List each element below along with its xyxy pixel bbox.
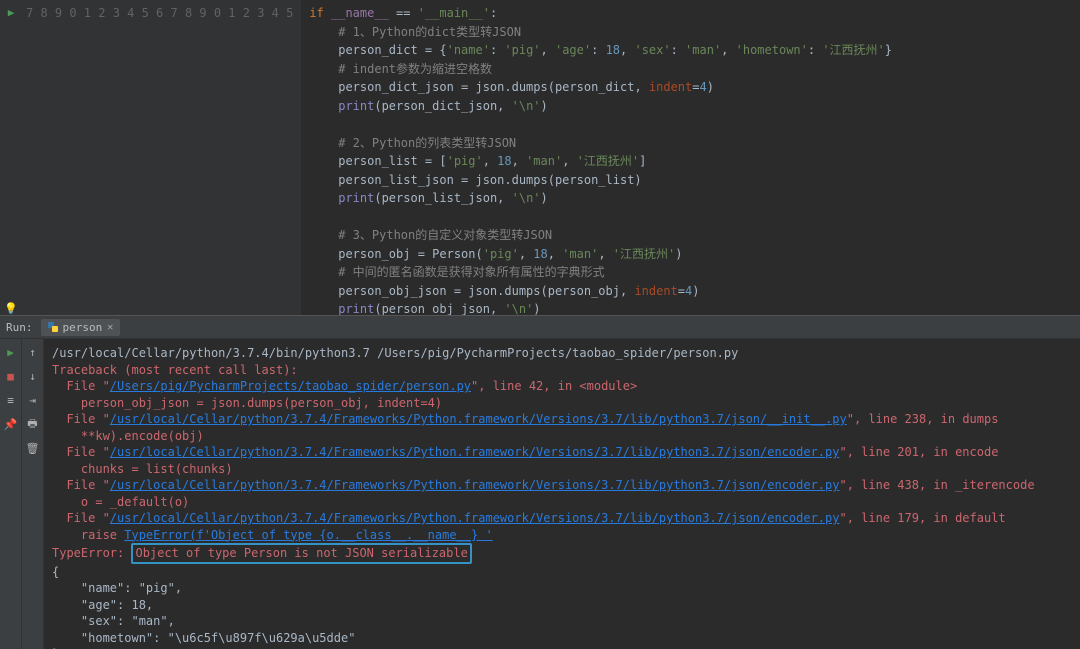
rerun-icon[interactable]: ▶ — [4, 345, 18, 359]
intention-bulb-icon[interactable]: 💡 — [0, 300, 22, 315]
run-toolbar-primary: ▶ ■ ≡ 📌 — [0, 339, 22, 649]
code-line[interactable]: # 3、Python的自定义对象类型转JSON — [309, 226, 1080, 245]
console-line: File "/usr/local/Cellar/python/3.7.4/Fra… — [52, 477, 1072, 494]
code-line[interactable]: # indent参数为缩进空格数 — [309, 60, 1080, 79]
stack-trace-link[interactable]: /usr/local/Cellar/python/3.7.4/Framework… — [110, 412, 847, 426]
console-line: "age": 18, — [52, 597, 1072, 614]
run-panel-label: Run: — [6, 321, 33, 334]
down-icon[interactable]: ↓ — [26, 369, 40, 383]
code-line[interactable]: person_obj = Person('pig', 18, 'man', '江… — [309, 245, 1080, 264]
run-panel-body: ▶ ■ ≡ 📌 ↑ ↓ ⇥ 🖶 🗑 /usr/local/Cellar/pyth… — [0, 339, 1080, 649]
pin-icon[interactable]: 📌 — [4, 417, 18, 431]
code-line[interactable]: person_list_json = json.dumps(person_lis… — [309, 171, 1080, 190]
layout-icon[interactable]: ≡ — [4, 393, 18, 407]
run-gutter-icon[interactable]: ▶ — [0, 4, 22, 23]
print-icon[interactable]: 🖶 — [26, 417, 40, 431]
code-line[interactable] — [309, 115, 1080, 134]
console-line: "sex": "man", — [52, 613, 1072, 630]
console-line: "hometown": "\u6c5f\u897f\u629a\u5dde" — [52, 630, 1072, 647]
code-line[interactable]: # 2、Python的列表类型转JSON — [309, 134, 1080, 153]
code-line[interactable]: person_obj_json = json.dumps(person_obj,… — [309, 282, 1080, 301]
run-tab-name: person — [63, 321, 103, 334]
code-line[interactable]: # 中间的匿名函数是获得对象所有属性的字典形式 — [309, 263, 1080, 282]
console-line: person_obj_json = json.dumps(person_obj,… — [52, 395, 1072, 412]
code-line[interactable]: person_list = ['pig', 18, 'man', '江西抚州'] — [309, 152, 1080, 171]
code-line[interactable]: if __name__ == '__main__': — [309, 4, 1080, 23]
up-icon[interactable]: ↑ — [26, 345, 40, 359]
console-line: File "/usr/local/Cellar/python/3.7.4/Fra… — [52, 444, 1072, 461]
console-output[interactable]: /usr/local/Cellar/python/3.7.4/bin/pytho… — [44, 339, 1080, 649]
console-line: { — [52, 564, 1072, 581]
editor-pane: ▶💡 7 8 9 0 1 2 3 4 5 6 7 8 9 0 1 2 3 4 5… — [0, 0, 1080, 315]
console-line: File "/Users/pig/PycharmProjects/taobao_… — [52, 378, 1072, 395]
editor-code[interactable]: if __name__ == '__main__': # 1、Python的di… — [301, 0, 1080, 315]
run-tab[interactable]: person ✕ — [41, 319, 121, 336]
console-line: File "/usr/local/Cellar/python/3.7.4/Fra… — [52, 411, 1072, 428]
console-line: /usr/local/Cellar/python/3.7.4/bin/pytho… — [52, 345, 1072, 362]
console-line: raise TypeError(f'Object of type {o.__cl… — [52, 527, 1072, 544]
code-line[interactable]: person_dict_json = json.dumps(person_dic… — [309, 78, 1080, 97]
console-line: TypeError: Object of type Person is not … — [52, 543, 1072, 564]
code-line[interactable]: print(person_dict_json, '\n') — [309, 97, 1080, 116]
run-toolbar-secondary: ↑ ↓ ⇥ 🖶 🗑 — [22, 339, 44, 649]
stack-trace-link[interactable]: /Users/pig/PycharmProjects/taobao_spider… — [110, 379, 471, 393]
python-file-icon — [48, 322, 58, 332]
trash-icon[interactable]: 🗑 — [26, 441, 40, 455]
code-line[interactable]: print(person_list_json, '\n') — [309, 189, 1080, 208]
code-line[interactable] — [309, 208, 1080, 227]
stack-trace-link[interactable]: /usr/local/Cellar/python/3.7.4/Framework… — [110, 511, 840, 525]
console-line: "name": "pig", — [52, 580, 1072, 597]
wrap-icon[interactable]: ⇥ — [26, 393, 40, 407]
console-line: **kw).encode(obj) — [52, 428, 1072, 445]
code-line[interactable]: person_dict = {'name': 'pig', 'age': 18,… — [309, 41, 1080, 60]
stop-icon[interactable]: ■ — [4, 369, 18, 383]
console-line: File "/usr/local/Cellar/python/3.7.4/Fra… — [52, 510, 1072, 527]
code-line[interactable]: print(person_obj_json, '\n') — [309, 300, 1080, 315]
close-icon[interactable]: ✕ — [107, 322, 113, 333]
console-line: Traceback (most recent call last): — [52, 362, 1072, 379]
stack-trace-link[interactable]: /usr/local/Cellar/python/3.7.4/Framework… — [110, 478, 840, 492]
run-panel-header: Run: person ✕ — [0, 315, 1080, 339]
editor-line-numbers: 7 8 9 0 1 2 3 4 5 6 7 8 9 0 1 2 3 4 5 — [22, 0, 301, 315]
console-line: chunks = list(chunks) — [52, 461, 1072, 478]
stack-trace-link[interactable]: TypeError(f'Object of type {o.__class__.… — [124, 528, 492, 542]
editor-gutter-icons: ▶💡 — [0, 0, 22, 315]
stack-trace-link[interactable]: /usr/local/Cellar/python/3.7.4/Framework… — [110, 445, 840, 459]
code-line[interactable]: # 1、Python的dict类型转JSON — [309, 23, 1080, 42]
console-line: o = _default(o) — [52, 494, 1072, 511]
